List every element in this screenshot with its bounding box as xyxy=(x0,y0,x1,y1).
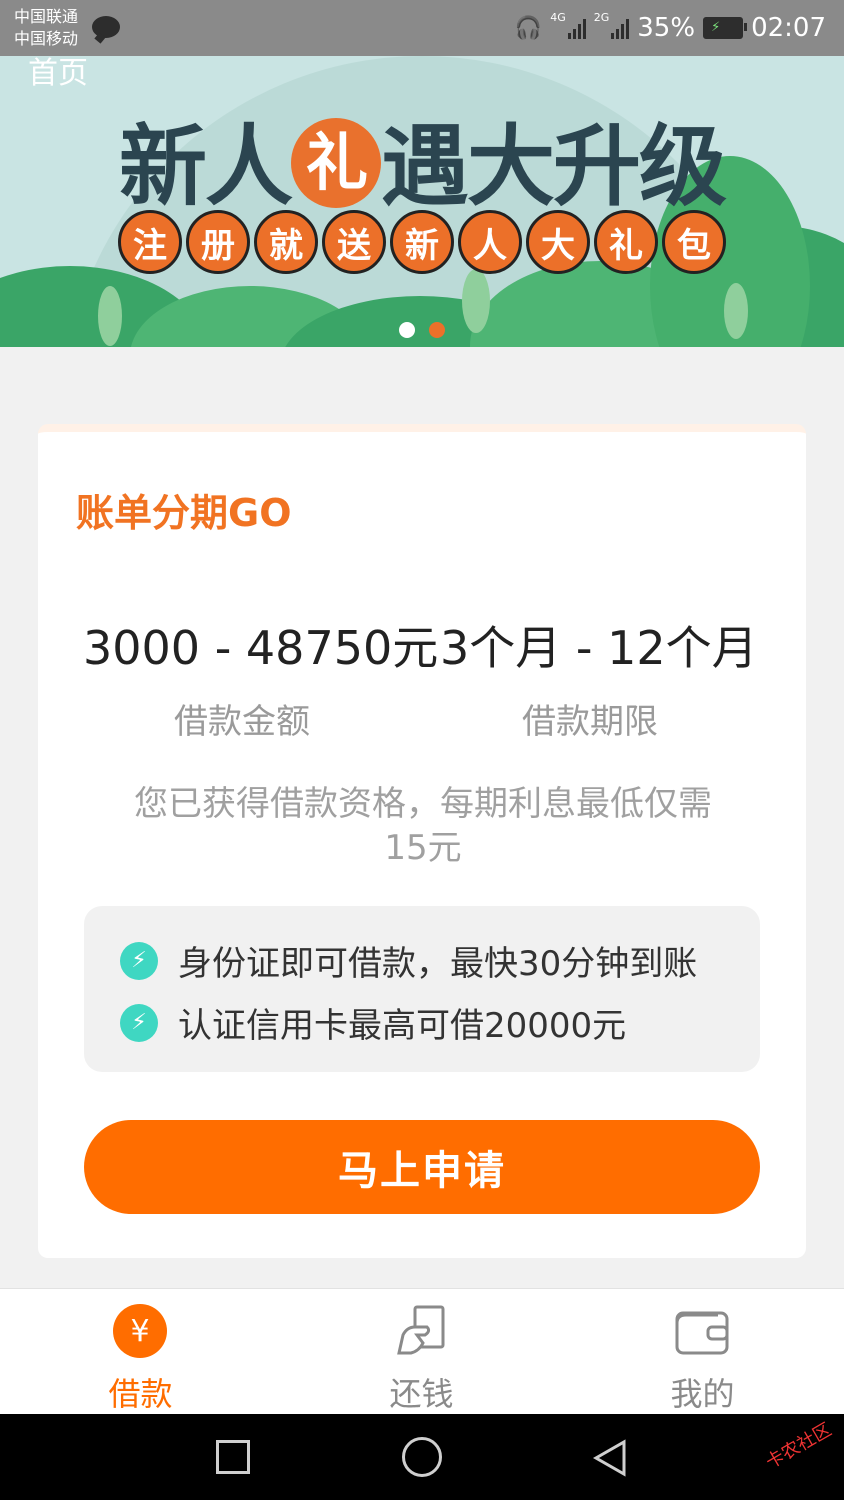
status-icons: 🎧 4G 2G 35% ⚡ 02:07 xyxy=(515,10,826,46)
product-title: 账单分期GO xyxy=(76,491,292,535)
watermark-text: 卡农社区 xyxy=(762,1419,836,1474)
status-bar: 中国联通 中国移动 🎧 4G 2G 35% ⚡ 02:07 xyxy=(0,0,844,56)
headphone-icon: 🎧 xyxy=(514,15,543,41)
loan-term-range: 3个月 - 12个月 xyxy=(440,621,758,675)
back-button[interactable] xyxy=(590,1438,630,1478)
carousel-dot-2[interactable] xyxy=(429,322,445,338)
promo-banner[interactable]: 首页 新人礼遇大升级 注 册 就 送 新 人 大 礼 包 xyxy=(0,56,844,347)
tab-repay[interactable]: 还钱 xyxy=(281,1289,562,1415)
loan-amount-label: 借款金额 xyxy=(174,702,310,742)
qualification-text: 您已获得借款资格，每期利息最低仅需 15元 xyxy=(88,782,758,870)
banner-pill: 人 xyxy=(458,210,522,274)
battery-percent: 35% xyxy=(637,13,696,43)
bolt-icon: ⚡ xyxy=(120,1003,158,1042)
loan-amount-range: 3000 - 48750元 xyxy=(83,621,439,675)
feature-list: ⚡ 身份证即可借款，最快30分钟到账 ⚡ 认证信用卡最高可借20000元 xyxy=(84,906,760,1072)
banner-title: 新人礼遇大升级 xyxy=(0,96,844,223)
feature-text: 身份证即可借款，最快30分钟到账 xyxy=(178,944,698,984)
banner-pill: 礼 xyxy=(594,210,658,274)
feature-item: ⚡ 认证信用卡最高可借20000元 xyxy=(120,998,626,1047)
qualification-line-1: 您已获得借款资格，每期利息最低仅需 xyxy=(134,784,712,824)
tab-loan-label: 借款 xyxy=(108,1375,173,1413)
carrier-2: 中国移动 xyxy=(14,29,79,48)
system-navigation-bar: 卡农社区 xyxy=(0,1414,844,1500)
wallet-icon xyxy=(674,1303,730,1359)
feature-text: 认证信用卡最高可借20000元 xyxy=(178,1006,627,1046)
tab-loan[interactable]: ¥ 借款 xyxy=(0,1289,281,1415)
tab-repay-label: 还钱 xyxy=(389,1375,454,1413)
banner-pill: 就 xyxy=(254,210,318,274)
banner-pill: 册 xyxy=(186,210,250,274)
battery-icon: ⚡ xyxy=(703,17,748,39)
qualification-line-2: 15元 xyxy=(384,828,462,868)
carousel-dot-1[interactable] xyxy=(399,322,415,338)
feature-item: ⚡ 身份证即可借款，最快30分钟到账 xyxy=(120,936,697,985)
carrier-1: 中国联通 xyxy=(14,7,79,26)
signal-icon-1 xyxy=(567,17,586,39)
banner-pill: 注 xyxy=(118,210,182,274)
loan-term-label: 借款期限 xyxy=(522,702,658,742)
loan-product-card: 账单分期GO 3000 - 48750元 3个月 - 12个月 借款金额 借款期… xyxy=(38,424,806,1258)
yen-icon: ¥ xyxy=(112,1303,168,1359)
network-type-1: 4G xyxy=(550,11,566,24)
banner-pill: 大 xyxy=(526,210,590,274)
banner-title-part1: 新人 xyxy=(118,115,293,218)
banner-pill: 新 xyxy=(390,210,454,274)
yen-symbol: ¥ xyxy=(113,1304,167,1358)
recent-apps-button[interactable] xyxy=(216,1440,250,1474)
tab-mine-label: 我的 xyxy=(670,1375,735,1413)
signal-icon-2 xyxy=(611,17,630,39)
banner-subtitle-pills: 注 册 就 送 新 人 大 礼 包 xyxy=(0,210,844,274)
banner-pill: 送 xyxy=(322,210,386,274)
banner-title-circle-word: 礼 xyxy=(291,118,381,209)
banner-title-part2: 遇大升级 xyxy=(381,115,727,218)
banner-pill: 包 xyxy=(662,210,726,274)
carousel-indicators xyxy=(0,322,844,338)
apply-now-button[interactable]: 马上申请 xyxy=(84,1120,760,1214)
message-notification-icon xyxy=(92,16,120,38)
tab-mine[interactable]: 我的 xyxy=(562,1289,843,1415)
carrier-info: 中国联通 中国移动 xyxy=(14,6,78,50)
network-type-2: 2G xyxy=(593,11,610,24)
banner-overlay-text: 首页 xyxy=(28,56,88,91)
repay-icon xyxy=(393,1303,449,1359)
bolt-icon: ⚡ xyxy=(120,941,158,980)
home-button[interactable] xyxy=(402,1437,442,1477)
clock: 02:07 xyxy=(751,13,826,43)
bottom-tab-bar: ¥ 借款 还钱 我的 xyxy=(0,1288,844,1415)
